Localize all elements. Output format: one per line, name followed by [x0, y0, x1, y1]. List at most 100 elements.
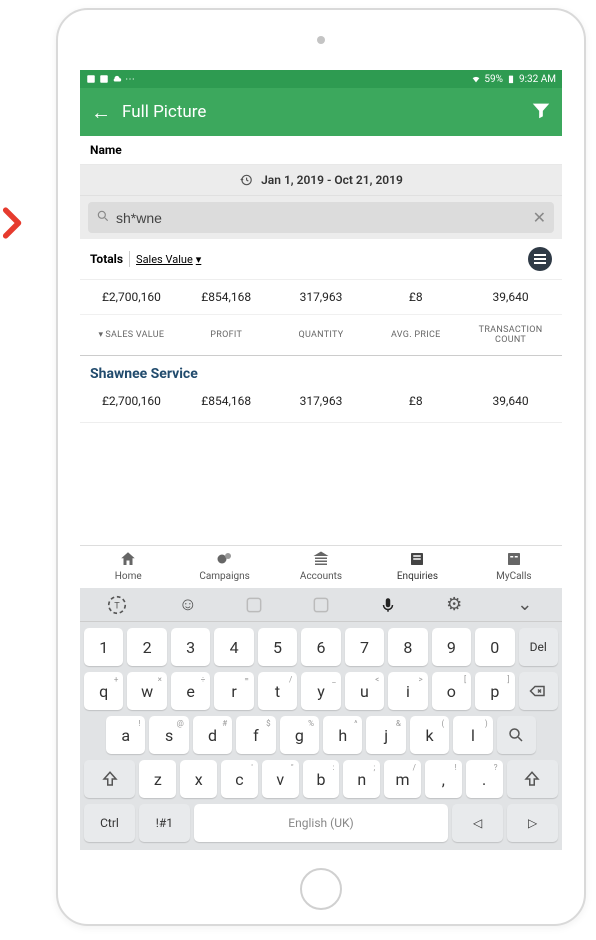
key-del[interactable]: Del	[519, 628, 558, 666]
nav-enquiries[interactable]: Enquiries	[369, 550, 465, 582]
key-u[interactable]: <u	[345, 672, 384, 710]
history-icon	[239, 173, 253, 187]
key-shift-right[interactable]	[507, 760, 558, 798]
keyboard: T ☺ ⚙ ⌄ 1	[80, 588, 562, 850]
key-e[interactable]: ÷e	[171, 672, 210, 710]
menu-button[interactable]	[528, 247, 552, 271]
kbd-settings-button[interactable]: ⚙	[421, 594, 488, 615]
key-right-arrow[interactable]: ▷	[507, 804, 558, 842]
key-a[interactable]: !a	[106, 716, 145, 754]
key-5[interactable]: 5	[258, 628, 297, 666]
col-sales-value[interactable]: ▾SALES VALUE	[84, 325, 179, 345]
key-q[interactable]: +q	[84, 672, 123, 710]
key-comma[interactable]: !,	[425, 760, 462, 798]
result-name[interactable]: Shawnee Service	[80, 356, 562, 386]
key-8[interactable]: 8	[388, 628, 427, 666]
more-icon: ⋯	[125, 74, 135, 85]
col-transactions[interactable]: TRANSACTION COUNT	[463, 325, 558, 345]
key-c[interactable]: 'c	[221, 760, 258, 798]
tablet-frame: ⋯ 59% 9:32 AM ← Full Picture Name Jan 1,…	[56, 8, 586, 926]
accounts-icon	[312, 550, 330, 568]
key-h[interactable]: ^h	[323, 716, 362, 754]
kbd-sticker-button[interactable]	[221, 595, 288, 615]
key-6[interactable]: 6	[301, 628, 340, 666]
svg-text:T: T	[115, 601, 121, 611]
col-avg-price[interactable]: AVG. PRICE	[368, 325, 463, 345]
nav-campaigns[interactable]: Campaigns	[176, 550, 272, 582]
key-search[interactable]	[497, 716, 536, 754]
kbd-emoji-button[interactable]: ☺	[155, 594, 222, 615]
key-2[interactable]: 2	[127, 628, 166, 666]
key-g[interactable]: %g	[280, 716, 319, 754]
nav-accounts-label: Accounts	[300, 571, 342, 582]
key-k[interactable]: (k	[410, 716, 449, 754]
date-range-button[interactable]: Jan 1, 2019 - Oct 21, 2019	[80, 165, 562, 196]
key-i[interactable]: >i	[388, 672, 427, 710]
tablet-camera	[317, 36, 325, 44]
result-sales-value: £2,700,160	[84, 394, 179, 408]
key-backspace[interactable]	[519, 672, 558, 710]
key-z[interactable]: z	[139, 760, 176, 798]
kbd-gif-button[interactable]	[288, 595, 355, 615]
battery-icon	[506, 74, 516, 84]
totals-values: £2,700,160 £854,168 317,963 £8 39,640	[80, 280, 562, 314]
col-profit[interactable]: PROFIT	[179, 325, 274, 345]
search-input[interactable]	[116, 210, 527, 226]
nav-mycalls[interactable]: MyCalls	[466, 550, 562, 582]
key-t[interactable]: /t	[258, 672, 297, 710]
key-o[interactable]: [o	[432, 672, 471, 710]
key-b[interactable]: :b	[303, 760, 340, 798]
key-l[interactable]: )l	[453, 716, 492, 754]
kbd-voice-button[interactable]	[354, 596, 421, 614]
nav-home[interactable]: Home	[80, 550, 176, 582]
date-range-text: Jan 1, 2019 - Oct 21, 2019	[261, 173, 403, 187]
key-s[interactable]: @s	[149, 716, 188, 754]
key-r[interactable]: =r	[214, 672, 253, 710]
kbd-row-a: !a @s #d $f %g ^h &j (k )l	[84, 716, 558, 754]
app-bar: ← Full Picture	[80, 88, 562, 136]
key-shift-left[interactable]	[84, 760, 135, 798]
clear-search-button[interactable]: ✕	[533, 208, 546, 227]
key-0[interactable]: 0	[475, 628, 514, 666]
key-p[interactable]: ]p	[475, 672, 514, 710]
key-9[interactable]: 9	[432, 628, 471, 666]
tablet-home-button[interactable]	[300, 868, 342, 910]
search-box[interactable]: ✕	[88, 202, 554, 233]
key-w[interactable]: ×w	[127, 672, 166, 710]
nav-accounts[interactable]: Accounts	[273, 550, 369, 582]
kbd-collapse-button[interactable]: ⌄	[491, 594, 558, 615]
result-values: £2,700,160 £854,168 317,963 £8 39,640	[80, 386, 562, 423]
key-4[interactable]: 4	[214, 628, 253, 666]
key-ctrl[interactable]: Ctrl	[84, 804, 135, 842]
totals-quantity: 317,963	[274, 290, 369, 304]
kbd-row-bottom: Ctrl !#1 English (UK) ◁ ▷	[84, 804, 558, 842]
key-7[interactable]: 7	[345, 628, 384, 666]
totals-avg-price: £8	[368, 290, 463, 304]
sort-dropdown[interactable]: Sales Value ▾	[136, 253, 201, 266]
key-j[interactable]: &j	[366, 716, 405, 754]
key-y[interactable]: _y	[301, 672, 340, 710]
totals-transactions: 39,640	[463, 290, 558, 304]
key-f[interactable]: $f	[236, 716, 275, 754]
key-d[interactable]: #d	[193, 716, 232, 754]
key-n[interactable]: ;n	[343, 760, 380, 798]
kbd-text-mode-button[interactable]: T	[84, 594, 151, 616]
key-period[interactable]: ?.	[466, 760, 503, 798]
keyboard-rows: 1 2 3 4 5 6 7 8 9 0 Del +q ×w ÷e	[80, 622, 562, 850]
key-x[interactable]: x	[180, 760, 217, 798]
key-left-arrow[interactable]: ◁	[452, 804, 503, 842]
key-3[interactable]: 3	[171, 628, 210, 666]
filter-button[interactable]	[530, 99, 552, 126]
key-symbols[interactable]: !#1	[139, 804, 190, 842]
home-icon	[119, 550, 137, 568]
back-button[interactable]: ←	[90, 100, 112, 125]
key-space[interactable]: English (UK)	[194, 804, 448, 842]
bottom-nav: Home Campaigns Accounts Enquiries MyCall…	[80, 545, 562, 588]
page-title: Full Picture	[122, 102, 206, 122]
col-quantity[interactable]: QUANTITY	[274, 325, 369, 345]
key-1[interactable]: 1	[84, 628, 123, 666]
key-v[interactable]: "v	[262, 760, 299, 798]
screen: ⋯ 59% 9:32 AM ← Full Picture Name Jan 1,…	[80, 70, 562, 850]
chevron-down-icon: ▾	[196, 253, 202, 266]
key-m[interactable]: /m	[384, 760, 421, 798]
